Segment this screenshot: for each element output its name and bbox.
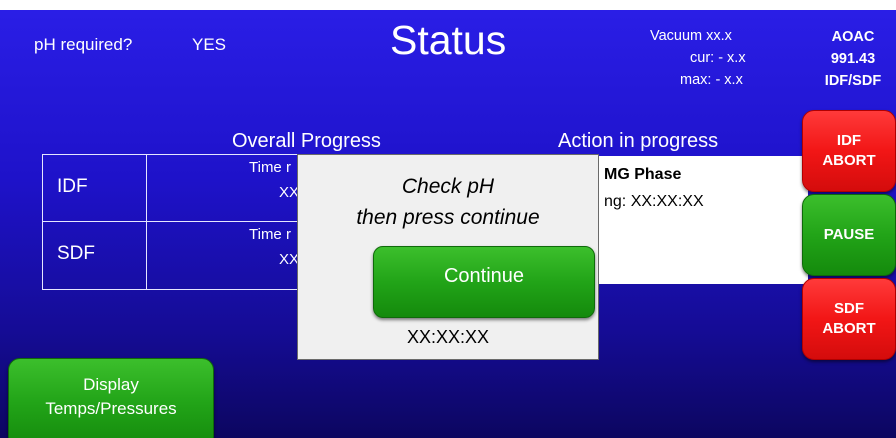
idf-time-remaining-value: XX [279,184,300,201]
overall-progress-heading: Overall Progress [232,130,381,152]
progress-table: IDF Time r XX SDF Time r XX [42,154,302,290]
action-phase-text: MG Phase [604,166,682,183]
idf-abort-button[interactable]: IDF ABORT [802,110,896,192]
dialog-timer: XX:XX:XX [406,327,490,347]
table-divider-vertical [146,155,147,289]
action-in-progress-panel: MG Phase ng: XX:XX:XX [596,156,808,284]
vacuum-current: cur: - x.x [690,50,746,66]
display-button-line-2: Temps/Pressures [45,399,177,418]
ph-required-value: YES [192,35,227,54]
sdf-time-remaining-label: Time r [249,226,291,243]
vacuum-readout: Vacuum xx.x [650,28,732,44]
dialog-message-line-1: Check pH [401,175,495,198]
sdf-abort-label-line-2: ABORT [822,320,876,337]
idf-abort-label-line-1: IDF [836,132,862,149]
display-temps-pressures-button[interactable]: Display Temps/Pressures [8,358,214,438]
sdf-time-remaining-value: XX [279,251,300,268]
sdf-abort-button[interactable]: SDF ABORT [802,278,896,360]
continue-label: Continue [443,265,525,287]
dialog-message-line-2: then press continue [356,206,540,229]
sdf-abort-label-line-1: SDF [833,300,864,317]
ph-required-label: pH required? [34,35,133,54]
method-line-2: 991.43 [830,51,876,67]
pause-button[interactable]: PAUSE [802,194,896,276]
idf-row-label: IDF [57,176,88,197]
method-line-1: AOAC [831,29,875,45]
action-in-progress-heading: Action in progress [558,130,719,152]
status-screen: pH required? YES Status Vacuum xx.x cur:… [0,10,896,438]
pause-label: PAUSE [823,226,875,243]
vacuum-max: max: - x.x [680,72,743,88]
sdf-row-label: SDF [57,243,95,264]
page-title: Status [390,17,507,63]
display-button-line-1: Display [83,375,139,394]
method-line-3: IDF/SDF [824,73,882,89]
idf-abort-label-line-2: ABORT [822,152,876,169]
check-ph-dialog: Check pH then press continue Continue XX… [297,154,599,360]
table-divider-horizontal [43,221,301,222]
method-label: AOAC 991.43 IDF/SDF [818,26,888,92]
idf-time-remaining-label: Time r [249,159,291,176]
action-remaining-text: ng: XX:XX:XX [604,193,704,210]
continue-button[interactable]: Continue [373,246,595,318]
